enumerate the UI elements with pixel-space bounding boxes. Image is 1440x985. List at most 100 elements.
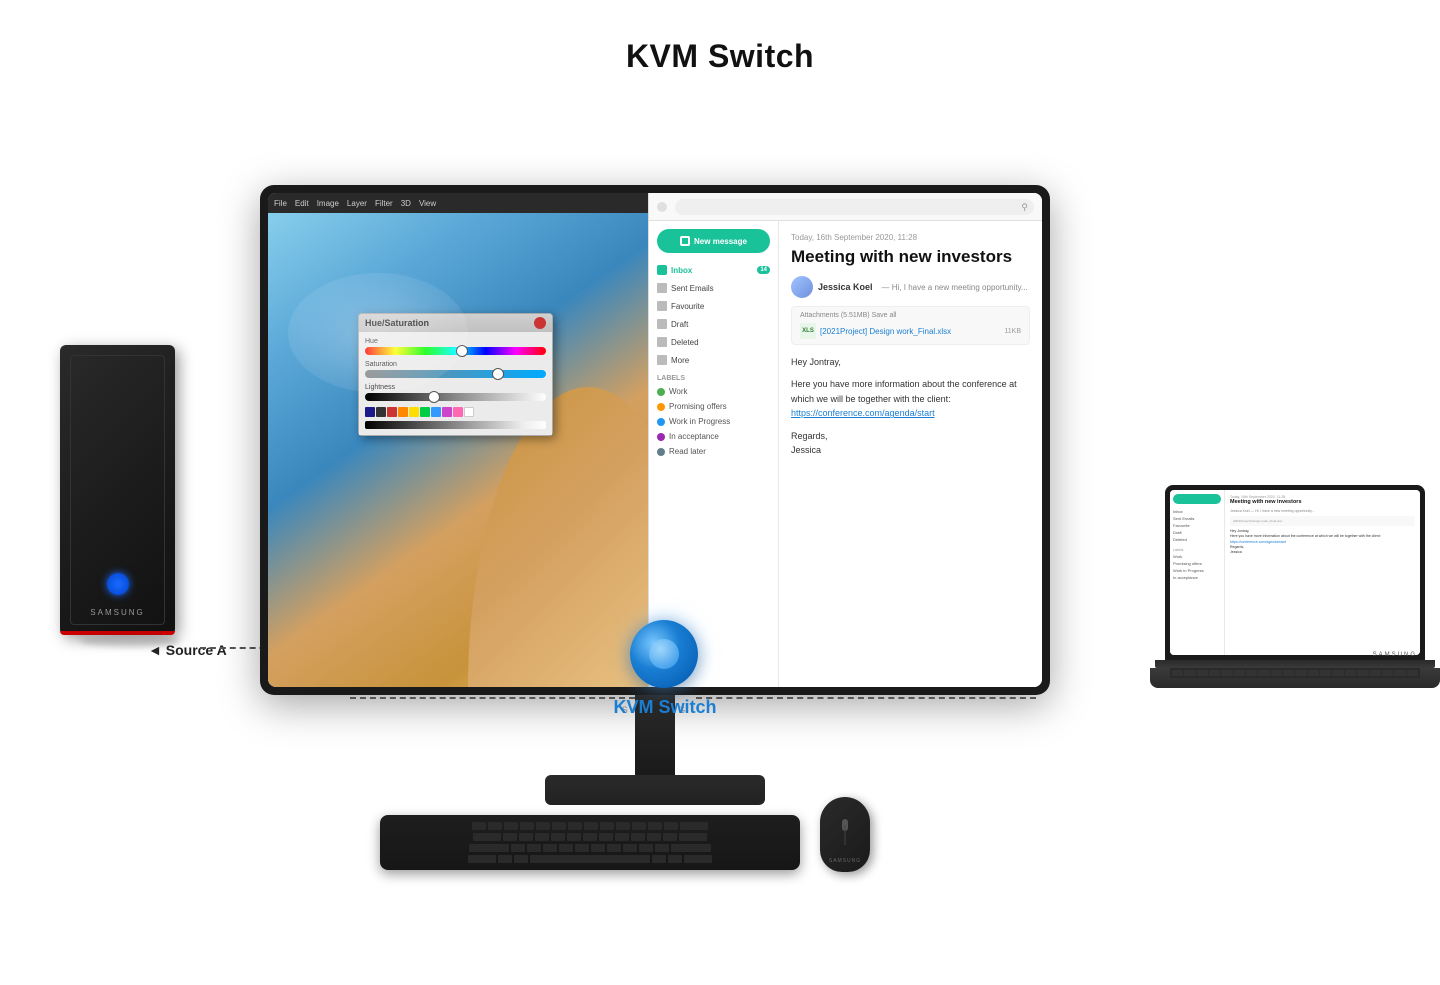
mouse-brand-label: SAMSUNG xyxy=(829,858,861,864)
swatch-purple[interactable] xyxy=(442,407,452,417)
sent-label: Sent Emails xyxy=(671,284,714,293)
key xyxy=(599,833,613,841)
key-space xyxy=(530,855,650,863)
saturation-thumb[interactable] xyxy=(492,368,504,380)
laptop-screen: Inbox Sent Emails Favourite Draft Delete… xyxy=(1165,485,1425,660)
swatch-blue[interactable] xyxy=(431,407,441,417)
nav-item-deleted[interactable]: Deleted xyxy=(649,333,778,351)
key xyxy=(631,833,645,841)
key xyxy=(520,822,534,830)
label-wip[interactable]: Work in Progress xyxy=(649,414,778,429)
label-read-later-dot xyxy=(657,448,665,456)
laptop: Inbox Sent Emails Favourite Draft Delete… xyxy=(1150,485,1440,688)
ps-menu-item-file[interactable]: File xyxy=(274,199,287,208)
laptop-key xyxy=(1295,670,1306,676)
keyboard xyxy=(380,815,800,870)
laptop-key xyxy=(1221,670,1232,676)
attachments-section: Attachments (5.51MB) Save all XLS [2021P… xyxy=(791,306,1030,345)
more-icon xyxy=(657,355,667,365)
key xyxy=(600,822,614,830)
laptop-base xyxy=(1150,668,1440,688)
key-alt xyxy=(514,855,528,863)
saturation-label: Saturation xyxy=(365,361,546,368)
email-close-button[interactable] xyxy=(657,202,667,212)
desktop-pc: SAMSUNG xyxy=(60,345,200,665)
swatch-darkgray[interactable] xyxy=(376,407,386,417)
dialog-close-button[interactable] xyxy=(534,317,546,329)
lightness-label: Lightness xyxy=(365,384,546,391)
laptop-mini-promising: Promising offers xyxy=(1170,560,1224,567)
monitor-stand-base xyxy=(545,775,765,805)
swatch-pink[interactable] xyxy=(453,407,463,417)
swatch-darkblue[interactable] xyxy=(365,407,375,417)
pc-power-button[interactable] xyxy=(107,573,129,595)
hue-thumb[interactable] xyxy=(456,345,468,357)
email-body-paragraph: Here you have more information about the… xyxy=(791,377,1030,420)
key xyxy=(584,822,598,830)
ps-menu-item-3d[interactable]: 3D xyxy=(401,199,411,208)
email-body-text: Hey Jontray, Here you have more informat… xyxy=(791,355,1030,457)
swatch-red[interactable] xyxy=(387,407,397,417)
laptop-hinge xyxy=(1155,660,1435,668)
label-read-later[interactable]: Read later xyxy=(649,444,778,459)
label-wip-dot xyxy=(657,418,665,426)
swatch-white[interactable] xyxy=(464,407,474,417)
kvm-switch-label: KVM Switch xyxy=(590,697,740,718)
nav-item-favourite[interactable]: Favourite xyxy=(649,297,778,315)
draft-label: Draft xyxy=(671,320,688,329)
swatch-orange[interactable] xyxy=(398,407,408,417)
swatch-green[interactable] xyxy=(420,407,430,417)
new-message-label: New message xyxy=(694,237,747,246)
pc-brand-label: SAMSUNG xyxy=(90,608,144,617)
key-menu xyxy=(668,855,682,863)
sender-preview: — Hi, I have a new meeting opportunity..… xyxy=(882,283,1028,292)
nav-item-more[interactable]: More xyxy=(649,351,778,369)
keyboard-row-3 xyxy=(386,844,794,852)
inbox-label: Inbox xyxy=(671,266,692,275)
ps-menu-item-layer[interactable]: Layer xyxy=(347,199,367,208)
color-swatches xyxy=(365,407,546,417)
email-regards: Regards, xyxy=(791,429,1030,443)
key xyxy=(575,844,589,852)
gradient-bar xyxy=(365,421,546,429)
key-fn xyxy=(498,855,512,863)
ps-menu-item-filter[interactable]: Filter xyxy=(375,199,393,208)
attachment-file-row[interactable]: XLS [2021Project] Design work_Final.xlsx… xyxy=(800,323,1021,339)
kvm-switch-orb[interactable] xyxy=(630,620,698,688)
dialog-title-text: Hue/Saturation xyxy=(365,318,429,328)
nav-item-sent[interactable]: Sent Emails xyxy=(649,279,778,297)
pc-tower: SAMSUNG xyxy=(60,345,175,635)
ps-menu-item-image[interactable]: Image xyxy=(317,199,339,208)
nav-item-draft[interactable]: Draft xyxy=(649,315,778,333)
hue-saturation-dialog: Hue/Saturation Hue xyxy=(358,313,553,436)
ps-menu-item-edit[interactable]: Edit xyxy=(295,199,309,208)
labels-section-title: Labels xyxy=(649,369,778,384)
email-link[interactable]: https://conference.com/agenda/start xyxy=(791,408,935,418)
attachment-filename: [2021Project] Design work_Final.xlsx xyxy=(820,327,951,336)
key-ctrl-r xyxy=(684,855,712,863)
email-search-bar[interactable]: ⚲ xyxy=(675,199,1034,215)
key xyxy=(543,844,557,852)
laptop-mini-wip: Work in Progress xyxy=(1170,567,1224,574)
label-promising[interactable]: Promising offers xyxy=(649,399,778,414)
key xyxy=(472,822,486,830)
key xyxy=(591,844,605,852)
laptop-mini-new-msg xyxy=(1173,494,1221,504)
key xyxy=(488,822,502,830)
connector-right-kvm xyxy=(696,697,1036,699)
swatch-yellow[interactable] xyxy=(409,407,419,417)
label-work[interactable]: Work xyxy=(649,384,778,399)
laptop-key xyxy=(1234,670,1245,676)
laptop-mini-deleted: Deleted xyxy=(1170,536,1224,543)
lightness-thumb[interactable] xyxy=(428,391,440,403)
label-acceptance[interactable]: In acceptance xyxy=(649,429,778,444)
source-a-label: ◄ Source A xyxy=(148,642,227,658)
label-acceptance-dot xyxy=(657,433,665,441)
key xyxy=(535,833,549,841)
nav-item-inbox[interactable]: Inbox 14 xyxy=(649,261,778,279)
key xyxy=(511,844,525,852)
email-toolbar: ⚲ xyxy=(649,193,1042,221)
saturation-slider-row: Saturation xyxy=(365,361,546,378)
ps-menu-item-view[interactable]: View xyxy=(419,199,436,208)
new-message-button[interactable]: New message xyxy=(657,229,770,253)
